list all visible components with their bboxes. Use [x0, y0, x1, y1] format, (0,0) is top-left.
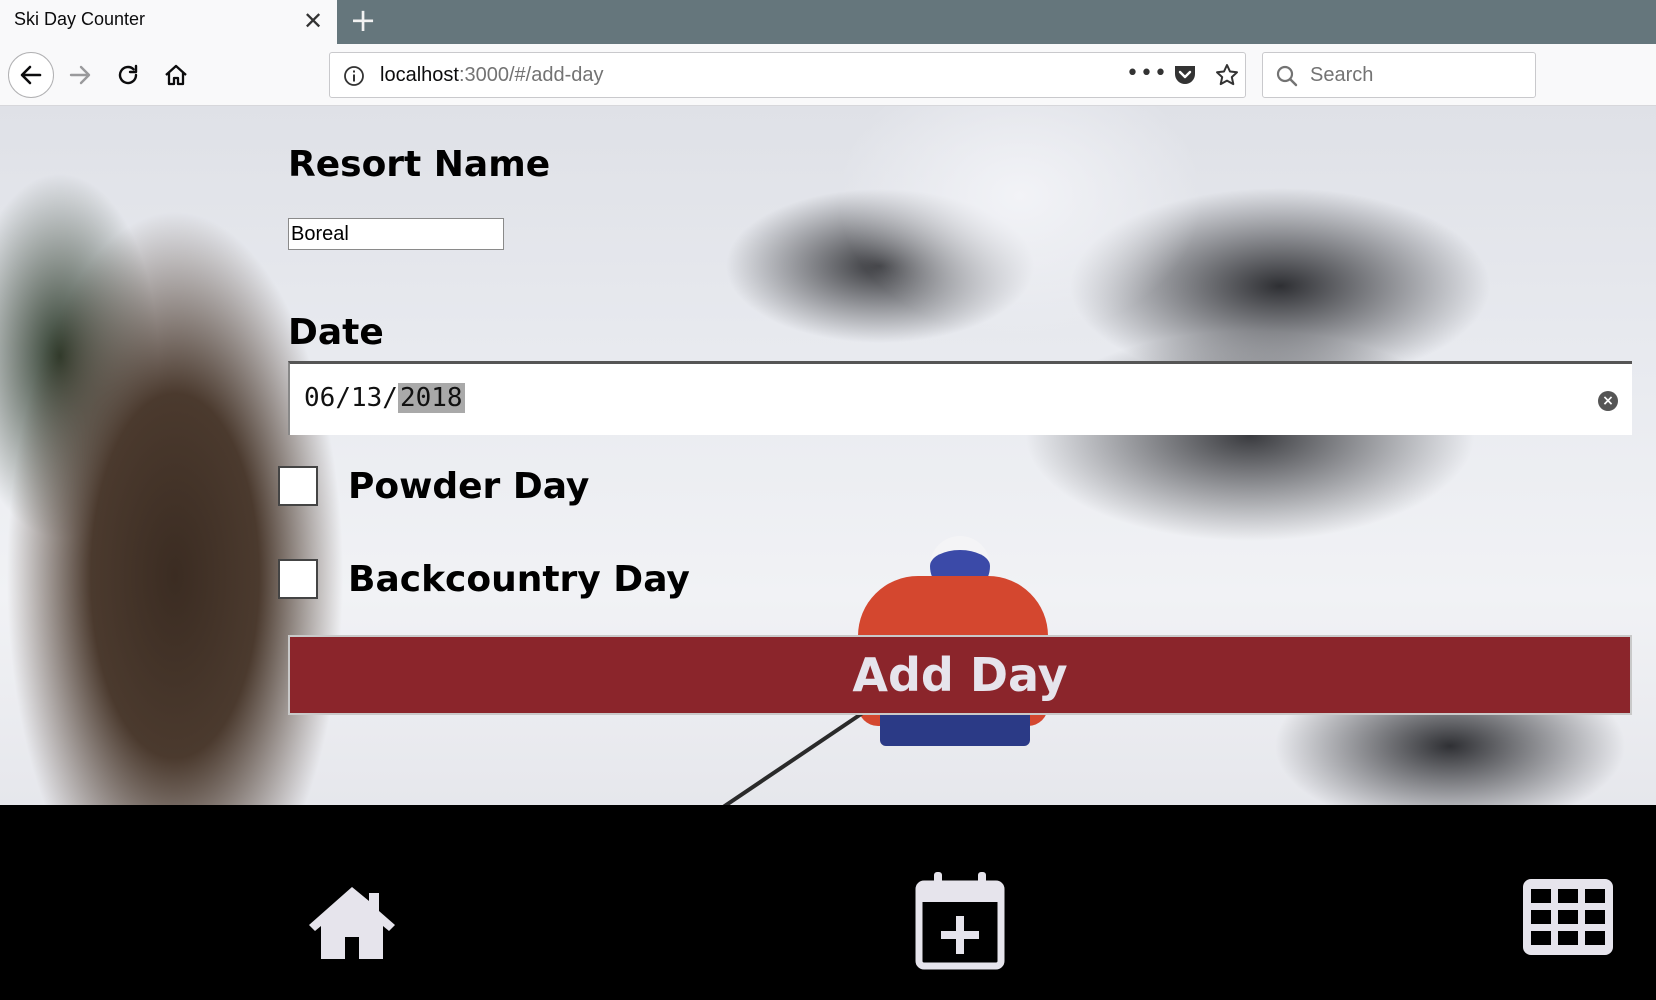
resort-name-input[interactable]: [288, 218, 504, 250]
forward-button[interactable]: [58, 53, 102, 97]
reload-button[interactable]: [106, 53, 150, 97]
date-input[interactable]: 06/13/2018 ×: [288, 361, 1632, 435]
home-icon: [165, 64, 187, 86]
date-day[interactable]: 13: [351, 383, 382, 413]
nav-list-days-button[interactable]: [1521, 877, 1615, 961]
backcountry-day-checkbox[interactable]: [278, 559, 318, 599]
add-day-button[interactable]: Add Day: [288, 635, 1632, 715]
url-host: localhost: [380, 64, 459, 86]
home-button[interactable]: [154, 53, 198, 97]
navigation-toolbar: localhost:3000/#/add-day ••• Search: [0, 44, 1656, 106]
resort-name-label: Resort Name: [288, 144, 551, 185]
search-icon: [1276, 65, 1298, 87]
tab-bar: Ski Day Counter ✕ +: [0, 0, 1656, 44]
date-month[interactable]: 06: [304, 383, 335, 413]
bookmark-star-icon[interactable]: [1214, 62, 1240, 88]
address-bar[interactable]: localhost:3000/#/add-day •••: [329, 52, 1246, 98]
info-icon[interactable]: [342, 64, 366, 88]
clear-date-icon[interactable]: ×: [1598, 391, 1618, 411]
search-placeholder: Search: [1310, 64, 1374, 86]
url-text[interactable]: localhost:3000/#/add-day: [380, 64, 604, 87]
reload-icon: [118, 64, 138, 85]
date-year[interactable]: 2018: [397, 383, 465, 413]
date-label: Date: [288, 312, 384, 353]
back-button[interactable]: [8, 52, 54, 98]
nav-home-button[interactable]: [307, 883, 397, 965]
backcountry-day-row: Backcountry Day: [278, 559, 690, 600]
pocket-icon[interactable]: [1172, 63, 1198, 87]
new-tab-button[interactable]: +: [348, 3, 378, 37]
search-bar[interactable]: Search: [1262, 52, 1536, 98]
home-icon: [309, 887, 395, 959]
powder-day-label[interactable]: Powder Day: [348, 466, 589, 507]
nav-add-day-button[interactable]: [914, 870, 1006, 974]
date-separator: /: [382, 383, 398, 413]
date-value: 06/13/2018: [304, 383, 465, 413]
browser-tab[interactable]: Ski Day Counter ✕: [0, 0, 337, 44]
tab-title: Ski Day Counter: [14, 9, 146, 29]
background-photo-ski-pole: [703, 706, 872, 805]
bottom-navigation: [0, 805, 1656, 1000]
arrow-left-icon: [20, 65, 42, 85]
tab-close-icon[interactable]: ✕: [301, 7, 325, 35]
powder-day-checkbox[interactable]: [278, 466, 318, 506]
calendar-plus-icon: [915, 872, 1005, 970]
page-actions-icon[interactable]: •••: [1126, 61, 1168, 86]
url-path: :3000/#/add-day: [458, 64, 604, 86]
arrow-right-icon: [69, 65, 91, 85]
powder-day-row: Powder Day: [278, 466, 589, 507]
backcountry-day-label[interactable]: Backcountry Day: [348, 559, 690, 600]
date-separator: /: [335, 383, 351, 413]
add-day-page: Resort Name Date 06/13/2018 × Powder Day…: [0, 106, 1656, 805]
table-icon: [1523, 879, 1613, 955]
